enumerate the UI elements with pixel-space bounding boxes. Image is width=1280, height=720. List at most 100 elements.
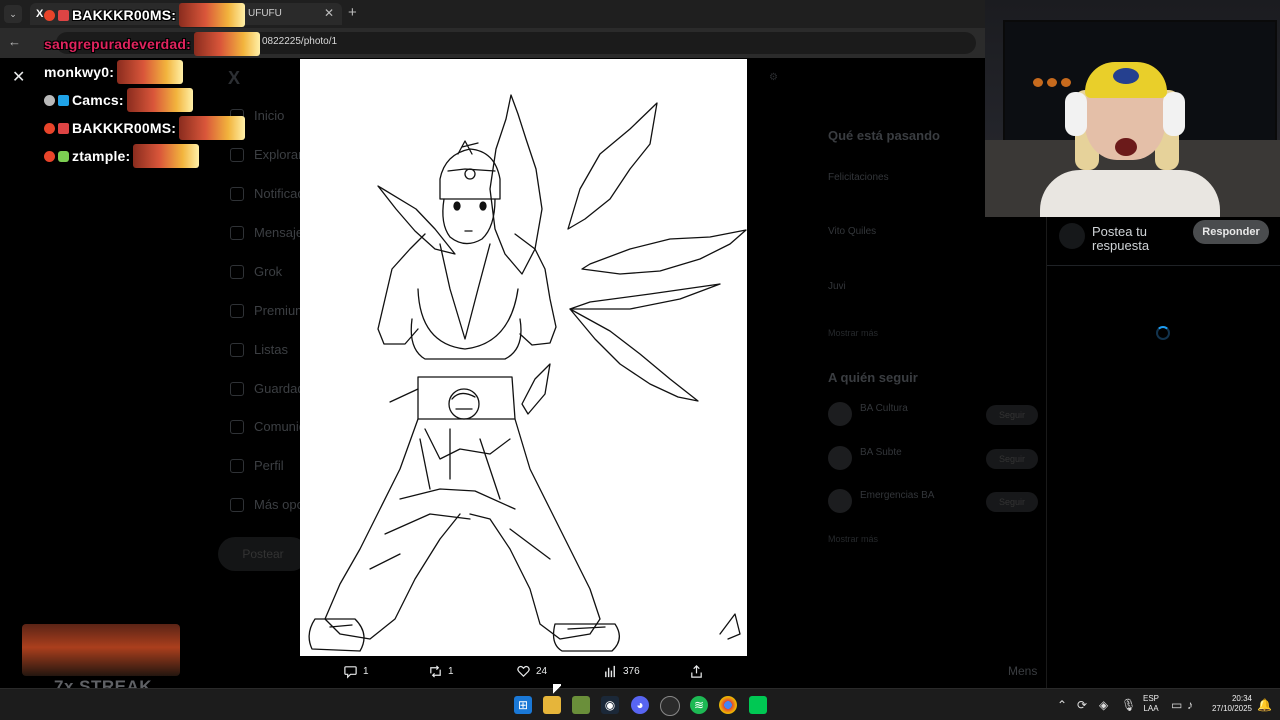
line-drawing-character xyxy=(308,94,747,652)
emote-icon xyxy=(133,144,200,168)
chat-username: monkwy0: xyxy=(44,64,115,80)
avatar xyxy=(828,446,852,470)
post-actions-bar: 1 1 24 376 xyxy=(300,660,747,686)
network-icon[interactable]: ▭ xyxy=(1171,698,1182,712)
volume-icon[interactable]: ♪ xyxy=(1187,698,1193,712)
minecraft-icon[interactable] xyxy=(572,696,590,714)
obs-icon[interactable] xyxy=(660,696,680,716)
tab-close-icon[interactable]: ✕ xyxy=(324,6,334,20)
clock-time: 20:34 xyxy=(1231,694,1252,703)
streaming-app-icon[interactable] xyxy=(749,696,767,714)
badge-icon xyxy=(44,122,55,134)
badge-icon xyxy=(58,9,69,21)
share-action[interactable] xyxy=(689,664,704,679)
trend-item[interactable]: Felicitaciones xyxy=(828,172,889,183)
account-name[interactable]: BA Subte xyxy=(860,447,902,458)
analytics-icon xyxy=(605,665,615,678)
nav-item-profile[interactable]: Perfil xyxy=(230,458,284,473)
steam-icon[interactable]: ◉ xyxy=(601,696,619,714)
avatar xyxy=(1059,223,1085,249)
dimmed-post-area: ⚙ xyxy=(747,58,816,688)
keyboard-layout: LAA xyxy=(1143,704,1159,713)
headphones-icon xyxy=(1065,92,1087,136)
nav-label: Grok xyxy=(254,264,283,279)
chat-username: sangrepuradeverdad: xyxy=(44,36,191,52)
account-name[interactable]: Emergencias BA xyxy=(860,490,934,501)
nav-label: Premium xyxy=(254,303,307,318)
chat-message: BAKKKR00MS: xyxy=(44,115,246,141)
messages-drawer[interactable]: Mens xyxy=(1008,664,1037,678)
settings-icon: ⚙ xyxy=(769,72,778,83)
trend-item[interactable]: Juvi xyxy=(828,281,846,292)
show-hidden-icons-icon[interactable]: ⌃ xyxy=(1057,698,1067,712)
security-shield-icon[interactable]: ◈ xyxy=(1099,698,1108,712)
chat-username: BAKKKR00MS: xyxy=(72,120,177,136)
windows-taskbar: ⊞ ◉ ◕ ≋ ⌃ ⟳ ◈ 🎙 ESP LAA ▭ ♪ 20:34 27/10/… xyxy=(0,688,1280,720)
new-tab-icon[interactable]: + xyxy=(348,4,357,21)
show-more-link[interactable]: Mostrar más xyxy=(828,534,878,544)
post-image xyxy=(300,59,747,656)
reply-input[interactable]: Postea tu respuesta xyxy=(1092,225,1172,255)
nav-label: Perfil xyxy=(254,458,284,473)
badge-icon xyxy=(44,9,55,21)
trend-item[interactable]: Vito Quiles xyxy=(828,226,876,237)
chat-message: ztample: xyxy=(44,143,200,169)
streamer-shirt xyxy=(1040,170,1220,217)
reply-composer: Postea tu respuesta Responder xyxy=(1047,217,1280,266)
pumpkin-decoration-icon xyxy=(1047,78,1057,87)
post-button[interactable]: Postear xyxy=(218,537,308,571)
stream-chat-overlay: BAKKKR00MS: sangrepuradeverdad: monkwy0:… xyxy=(0,0,300,180)
streak-thumbnail xyxy=(22,624,180,676)
nav-item-messages[interactable]: Mensajes xyxy=(230,225,310,240)
who-to-follow-title: A quién seguir xyxy=(828,370,918,385)
badge-icon xyxy=(58,122,69,134)
bell-icon xyxy=(230,186,244,201)
trending-title: Qué está pasando xyxy=(828,128,940,143)
grok-icon xyxy=(230,264,244,279)
show-more-link[interactable]: Mostrar más xyxy=(828,328,878,338)
notifications-icon[interactable]: 🔔 xyxy=(1257,698,1272,712)
file-explorer-icon[interactable] xyxy=(543,696,561,714)
heart-icon xyxy=(517,665,530,678)
discord-icon[interactable]: ◕ xyxy=(631,696,649,714)
chat-username: BAKKKR00MS: xyxy=(72,7,177,23)
chat-message: Camcs: xyxy=(44,87,193,113)
nav-item-grok[interactable]: Grok xyxy=(230,264,282,279)
spotify-icon[interactable]: ≋ xyxy=(690,696,708,714)
chrome-icon[interactable] xyxy=(719,696,737,714)
avatar xyxy=(828,489,852,513)
follow-button[interactable]: Seguir xyxy=(986,492,1038,512)
x-icon xyxy=(230,303,244,318)
list-icon xyxy=(230,342,244,357)
emote-icon xyxy=(193,32,260,56)
emote-icon xyxy=(126,88,193,112)
emote-icon xyxy=(179,116,246,140)
system-clock[interactable]: 20:34 27/10/2025 xyxy=(1206,694,1252,714)
nav-item-lists[interactable]: Listas xyxy=(230,342,288,357)
avatar xyxy=(828,402,852,426)
chat-message: monkwy0: xyxy=(44,59,184,85)
like-count: 24 xyxy=(536,666,548,677)
like-action[interactable]: 24 xyxy=(516,664,547,679)
loading-spinner-icon xyxy=(1156,326,1170,340)
repost-action[interactable]: 1 xyxy=(428,664,454,679)
badge-icon xyxy=(44,94,55,106)
chat-username: ztample: xyxy=(72,148,131,164)
follow-button[interactable]: Seguir xyxy=(986,449,1038,469)
microphone-icon[interactable]: 🎙 xyxy=(1121,698,1136,712)
nav-label: Listas xyxy=(254,342,288,357)
sync-icon[interactable]: ⟳ xyxy=(1077,698,1087,712)
reply-button[interactable]: Responder xyxy=(1193,220,1269,244)
views-action[interactable]: 376 xyxy=(603,664,640,679)
pumpkin-decoration-icon xyxy=(1061,78,1071,87)
mouse-cursor-icon xyxy=(553,684,561,696)
language-indicator[interactable]: ESP LAA xyxy=(1143,694,1159,714)
reply-action[interactable]: 1 xyxy=(343,664,369,679)
follow-button[interactable]: Seguir xyxy=(986,405,1038,425)
windows-start-icon[interactable]: ⊞ xyxy=(514,696,532,714)
nav-item-premium[interactable]: Premium xyxy=(230,303,306,318)
reply-count: 1 xyxy=(363,666,369,677)
account-name[interactable]: BA Cultura xyxy=(860,403,908,414)
chat-message: sangrepuradeverdad: xyxy=(44,31,260,57)
streamer-mouth xyxy=(1115,138,1137,156)
